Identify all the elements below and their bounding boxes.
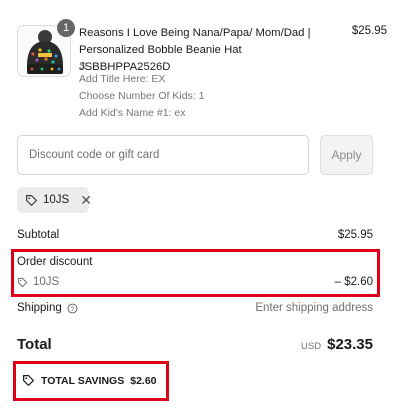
- currency-code: USD: [301, 341, 322, 352]
- order-discount-code: 10JS: [17, 276, 59, 288]
- product-thumbnail: 1: [17, 19, 75, 79]
- order-discount-detail-row: 10JS – $2.60: [17, 276, 373, 288]
- product-price: $25.95: [351, 25, 387, 37]
- order-discount-code-text: 10JS: [33, 276, 60, 288]
- order-discount-label: Order discount: [17, 256, 93, 268]
- savings-tag-icon: [22, 374, 35, 387]
- tag-icon: [25, 194, 38, 207]
- product-variant: S: [79, 60, 87, 72]
- svg-text:?: ?: [71, 305, 75, 312]
- shipping-label-group: Shipping ?: [17, 302, 78, 314]
- quantity-badge: 1: [57, 19, 75, 37]
- subtotal-row: Subtotal $25.95: [17, 229, 373, 241]
- product-property: Add Title Here: EX: [79, 73, 166, 85]
- total-value: $23.35: [327, 336, 373, 353]
- apply-button[interactable]: Apply: [320, 135, 373, 175]
- shipping-row: Shipping ? Enter shipping address: [17, 302, 373, 314]
- total-savings-value: $2.60: [130, 374, 157, 387]
- total-savings: TOTAL SAVINGS $2.60: [22, 374, 157, 387]
- order-discount-value: – $2.60: [334, 276, 373, 288]
- line-item: 1 Reasons I Love Being Nana/Papa/ Mom/Da…: [17, 19, 387, 125]
- remove-discount-icon[interactable]: ✕: [80, 193, 92, 207]
- total-row: Total USD $23.35: [17, 336, 373, 353]
- total-amount-group: USD $23.35: [301, 336, 373, 353]
- total-label: Total: [17, 336, 52, 353]
- discount-code-input[interactable]: [17, 135, 309, 175]
- applied-code-label: 10JS: [43, 194, 70, 206]
- total-savings-label: TOTAL SAVINGS: [41, 374, 125, 387]
- order-discount-row: Order discount: [17, 256, 373, 268]
- product-property: Choose Number Of Kids: 1: [79, 90, 205, 102]
- applied-discount-tag: 10JS ✕: [17, 187, 92, 213]
- subtotal-value: $25.95: [337, 229, 373, 241]
- tag-icon: [17, 277, 28, 288]
- subtotal-label: Subtotal: [17, 229, 60, 241]
- shipping-label: Shipping: [17, 302, 62, 314]
- product-title: Reasons I Love Being Nana/Papa/ Mom/Dad …: [79, 27, 311, 73]
- shipping-value: Enter shipping address: [255, 302, 373, 314]
- info-icon[interactable]: ?: [67, 303, 78, 314]
- product-property: Add Kid's Name #1: ex: [79, 107, 186, 119]
